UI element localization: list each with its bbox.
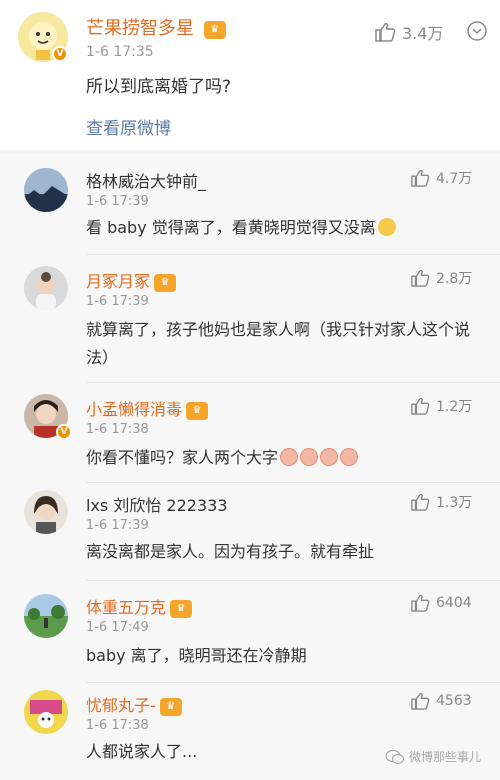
- landscape-avatar-icon: [24, 168, 68, 212]
- commenter-name[interactable]: lxs 刘欣怡 222333: [86, 492, 228, 516]
- post-text: 所以到底离婚了吗?: [86, 77, 232, 97]
- watermark-text: 微博那些事儿: [409, 750, 482, 764]
- comment-like-button[interactable]: 6404: [410, 594, 472, 612]
- sweat-smile-emoji-icon: [377, 218, 396, 236]
- comment-time: 1-6 17:39: [86, 294, 149, 309]
- more-button[interactable]: [466, 20, 488, 46]
- comment-text: 你看不懂吗？家人两个大字: [86, 444, 476, 472]
- outdoor-photo-avatar-icon: [24, 594, 68, 638]
- comment-like-button[interactable]: 1.3万: [410, 492, 472, 512]
- comment-like-count: 1.3万: [436, 495, 473, 511]
- post-like-count: 3.4万: [402, 24, 444, 43]
- divider: [86, 254, 500, 255]
- comment-text: baby 离了，晓明哥还在冷静期: [86, 646, 307, 665]
- watermark: 微博那些事儿: [385, 748, 481, 765]
- crown-badge-icon: ♛: [159, 698, 182, 716]
- commenter-name[interactable]: 月冢月冢 ♛: [86, 268, 177, 292]
- comment-like-count: 2.8万: [436, 271, 473, 287]
- author-name[interactable]: 芒果捞智多星 ♛: [86, 14, 226, 40]
- crown-badge-icon: ♛: [170, 600, 193, 618]
- commenter-name[interactable]: 忧郁丸子- ♛: [86, 692, 182, 716]
- pig-emoji-icon: [300, 448, 319, 466]
- thumbs-up-icon: [411, 692, 430, 710]
- crown-badge-icon: ♛: [186, 402, 209, 420]
- pig-emoji-icon: [340, 448, 359, 466]
- commenter-name[interactable]: 格林威治大钟前_: [86, 168, 206, 192]
- thumbs-up-icon: [411, 169, 430, 187]
- pig-emoji-icon: [320, 448, 339, 466]
- comment-like-count: 4.7万: [436, 171, 473, 187]
- chevron-down-icon: [467, 21, 487, 41]
- avatar[interactable]: [24, 594, 68, 638]
- thumbs-up-icon: [411, 493, 430, 511]
- thumbs-up-icon: [375, 22, 396, 42]
- divider: [86, 682, 500, 683]
- thumbs-up-icon: [411, 269, 430, 287]
- divider: [86, 382, 500, 383]
- portrait-avatar-icon: [24, 490, 68, 534]
- main-post: V 芒果捞智多星 ♛ 1-6 17:35 所以到底离婚了吗? 查看原微博 3.4…: [0, 0, 500, 150]
- comment-text: 离没离都是家人。因为有孩子。就有牵扯: [86, 542, 375, 561]
- comment-like-button[interactable]: 4563: [410, 692, 472, 710]
- post-time: 1-6 17:35: [86, 44, 154, 60]
- crown-badge-icon: ♛: [203, 21, 226, 39]
- comment-time: 1-6 17:39: [86, 518, 149, 533]
- verified-badge-icon: V: [56, 424, 72, 440]
- comment-time: 1-6 17:38: [86, 718, 149, 733]
- comment-time: 1-6 17:39: [86, 194, 149, 209]
- avatar[interactable]: [24, 168, 68, 212]
- baby-photo-avatar-icon: [24, 266, 68, 310]
- comment-like-button[interactable]: 2.8万: [410, 268, 472, 288]
- cartoon-avatar-icon: [24, 690, 68, 734]
- thumbs-up-icon: [411, 594, 430, 612]
- comment-like-count: 1.2万: [436, 399, 473, 415]
- commenter-name[interactable]: 小孟懒得消毒 ♛: [86, 396, 209, 420]
- comment-list: 格林威治大钟前_ 1-6 17:39 看 baby 觉得离了，看黄晓明觉得又没离…: [0, 154, 500, 780]
- post-like-button[interactable]: 3.4万: [374, 20, 443, 44]
- commenter-name[interactable]: 体重五万克 ♛: [86, 594, 193, 618]
- comment-text: 就算离了，孩子他妈也是家人啊（我只针对家人这个说法）: [86, 320, 471, 367]
- comment-like-button[interactable]: 1.2万: [410, 396, 472, 416]
- commenter-name-text[interactable]: 小孟懒得消毒: [86, 400, 182, 419]
- comment-time: 1-6 17:38: [86, 422, 149, 437]
- comment-like-button[interactable]: 4.7万: [410, 168, 472, 188]
- divider: [86, 482, 500, 483]
- avatar[interactable]: [24, 266, 68, 310]
- avatar[interactable]: [24, 490, 68, 534]
- author-name-text[interactable]: 芒果捞智多星: [86, 18, 194, 39]
- wechat-icon: [385, 749, 405, 764]
- thumbs-up-icon: [411, 397, 430, 415]
- commenter-name-text[interactable]: 体重五万克: [86, 598, 166, 617]
- view-original-link[interactable]: 查看原微博: [86, 114, 171, 139]
- verified-badge-icon: V: [52, 46, 68, 62]
- comment-like-count: 4563: [436, 693, 472, 709]
- comment-text-body: 你看不懂吗？家人两个大字: [86, 448, 279, 467]
- commenter-name-text[interactable]: 月冢月冢: [86, 272, 150, 291]
- comment-text: 看 baby 觉得离了，看黄晓明觉得又没离: [86, 214, 476, 242]
- commenter-name-text[interactable]: 忧郁丸子-: [86, 696, 156, 715]
- comment-text-body: 看 baby 觉得离了，看黄晓明觉得又没离: [86, 218, 376, 237]
- divider: [86, 580, 500, 581]
- crown-badge-icon: ♛: [154, 274, 177, 292]
- avatar[interactable]: [24, 690, 68, 734]
- pig-emoji-icon: [280, 448, 299, 466]
- comment-time: 1-6 17:49: [86, 620, 149, 635]
- comment-like-count: 6404: [436, 595, 472, 611]
